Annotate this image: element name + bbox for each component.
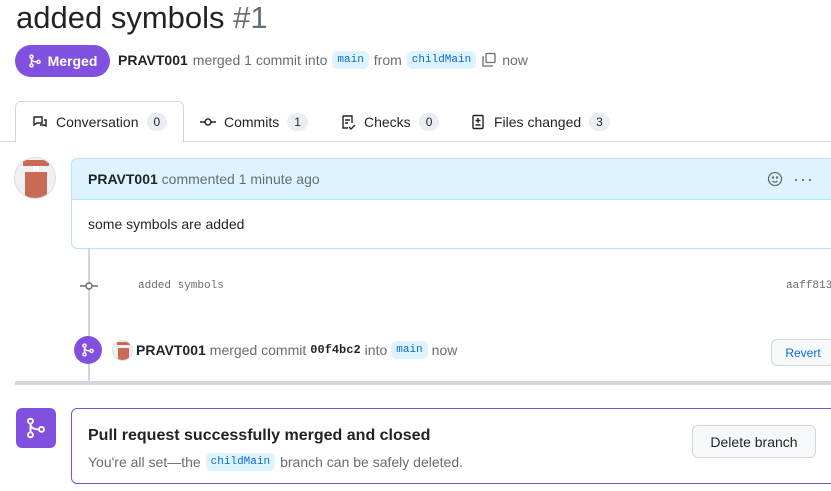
tab-label: Files changed	[494, 113, 582, 130]
commit-sha[interactable]: aaff813	[786, 280, 831, 292]
merged-text: You're all set—the	[88, 454, 201, 470]
merge-icon	[27, 417, 45, 439]
tab-conversation[interactable]: Conversation 0	[15, 101, 185, 143]
merged-branch[interactable]: childMain	[205, 453, 276, 471]
merge-text: merged commit	[209, 342, 307, 358]
meta-time: now	[502, 52, 528, 68]
revert-button[interactable]: Revert	[771, 339, 831, 366]
commit-icon	[80, 282, 98, 290]
comment-author[interactable]: PRAVT001	[88, 171, 158, 187]
avatar[interactable]	[112, 340, 133, 361]
avatar[interactable]	[14, 157, 56, 199]
timeline-divider	[15, 381, 831, 385]
tab-label: Checks	[364, 113, 411, 130]
merged-box-icon	[16, 408, 56, 448]
commit-icon	[200, 117, 216, 126]
base-branch[interactable]: main	[332, 51, 369, 69]
merge-author[interactable]: PRAVT001	[136, 342, 206, 358]
merge-icon	[28, 54, 41, 68]
tab-label: Commits	[224, 113, 280, 130]
tab-checks[interactable]: Checks 0	[340, 101, 440, 142]
file-diff-icon	[472, 114, 484, 129]
more-options-icon[interactable]: ···	[793, 169, 814, 190]
conversation-icon	[33, 116, 47, 128]
tab-label: Conversation	[56, 114, 139, 130]
merge-event: PRAVT001 merged commit 00f4bc2 into main…	[136, 341, 457, 359]
merged-status-badge: Merged	[15, 45, 110, 77]
pr-title: added symbols	[16, 0, 225, 35]
pr-tabs: Conversation 0 Commits 1 Checks 0 Files cha…	[0, 101, 831, 143]
copy-icon[interactable]	[481, 52, 497, 68]
tab-count: 0	[146, 113, 168, 131]
tab-files-changed[interactable]: Files changed 3	[470, 101, 610, 142]
delete-branch-button[interactable]: Delete branch	[692, 425, 816, 458]
commit-message[interactable]: added symbols	[138, 280, 224, 292]
merged-box-text: You're all set—the childMain branch can …	[88, 453, 463, 471]
merge-icon	[82, 343, 94, 357]
checklist-icon	[342, 114, 356, 130]
tab-count: 3	[589, 112, 610, 131]
merge-text: into	[364, 342, 388, 358]
tab-count: 0	[418, 112, 440, 131]
merge-event-icon	[74, 336, 102, 364]
meta-text: merged 1 commit into	[192, 52, 328, 68]
tab-count: 1	[287, 112, 308, 131]
merge-sha[interactable]: 00f4bc2	[310, 343, 360, 357]
smiley-icon[interactable]	[767, 171, 783, 187]
merged-box: Pull request successfully merged and clo…	[71, 408, 831, 484]
merge-branch[interactable]: main	[391, 341, 428, 359]
head-branch[interactable]: childMain	[406, 51, 477, 69]
page-title: added symbols #1	[16, 0, 268, 36]
comment-box: PRAVT001 commented 1 minute ago ··· some…	[71, 158, 831, 249]
comment-body: some symbols are added	[88, 216, 245, 232]
pr-number: #1	[233, 0, 268, 35]
comment-header: PRAVT001 commented 1 minute ago ···	[72, 159, 831, 200]
author-link[interactable]: PRAVT001	[118, 52, 188, 68]
tab-commits[interactable]: Commits 1	[200, 101, 308, 142]
status-label: Merged	[47, 53, 98, 69]
merged-text: branch can be safely deleted.	[280, 454, 463, 470]
merge-time: now	[431, 342, 458, 358]
meta-from: from	[373, 52, 402, 68]
merged-box-title: Pull request successfully merged and clo…	[88, 427, 431, 444]
comment-time: commented 1 minute ago	[161, 171, 320, 187]
pr-meta: PRAVT001 merged 1 commit into main from …	[118, 51, 528, 69]
